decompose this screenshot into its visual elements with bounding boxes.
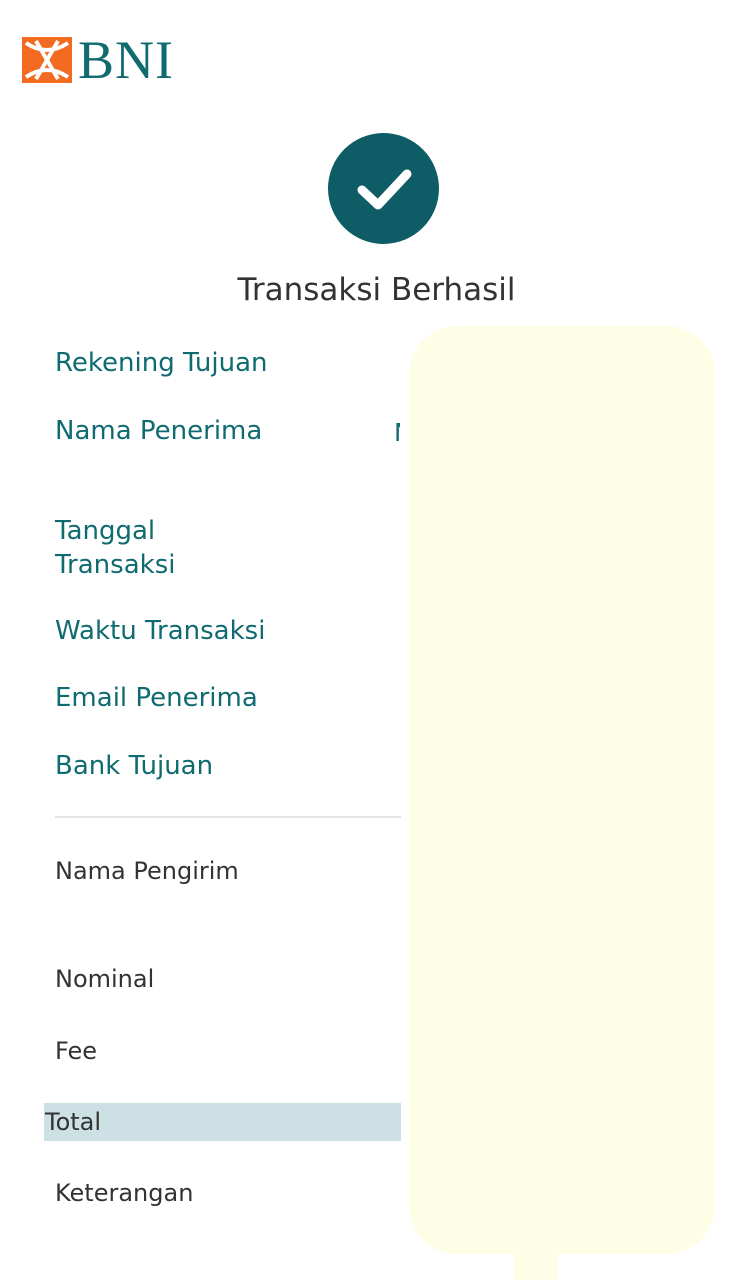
label-tanggal-transaksi-line2: Transaksi (55, 550, 176, 580)
label-tanggal-transaksi-line1: Tanggal (55, 516, 156, 546)
bni-logo-mark-icon (22, 37, 72, 83)
label-rekening-tujuan: Rekening Tujuan (55, 348, 268, 378)
label-nama-penerima: Nama Penerima (55, 416, 263, 446)
label-fee: Fee (55, 1037, 98, 1065)
redaction-overlay-tail (514, 1240, 557, 1280)
label-nama-pengirim: Nama Pengirim (55, 857, 239, 885)
total-row: Total (44, 1103, 401, 1141)
label-waktu-transaksi: Waktu Transaksi (55, 616, 266, 646)
nama-penerima-value: N (394, 416, 400, 446)
label-nominal: Nominal (55, 965, 155, 993)
success-check-icon (328, 133, 439, 244)
label-email-penerima: Email Penerima (55, 683, 258, 713)
section-divider (55, 816, 401, 818)
bni-logo-text: BNI (78, 30, 174, 90)
label-total: Total (45, 1108, 102, 1136)
transaction-status-title: Transaksi Berhasil (237, 272, 516, 308)
redaction-overlay (409, 326, 715, 1254)
label-keterangan: Keterangan (55, 1179, 194, 1207)
bni-logo: BNI (22, 30, 174, 90)
label-bank-tujuan: Bank Tujuan (55, 751, 214, 781)
